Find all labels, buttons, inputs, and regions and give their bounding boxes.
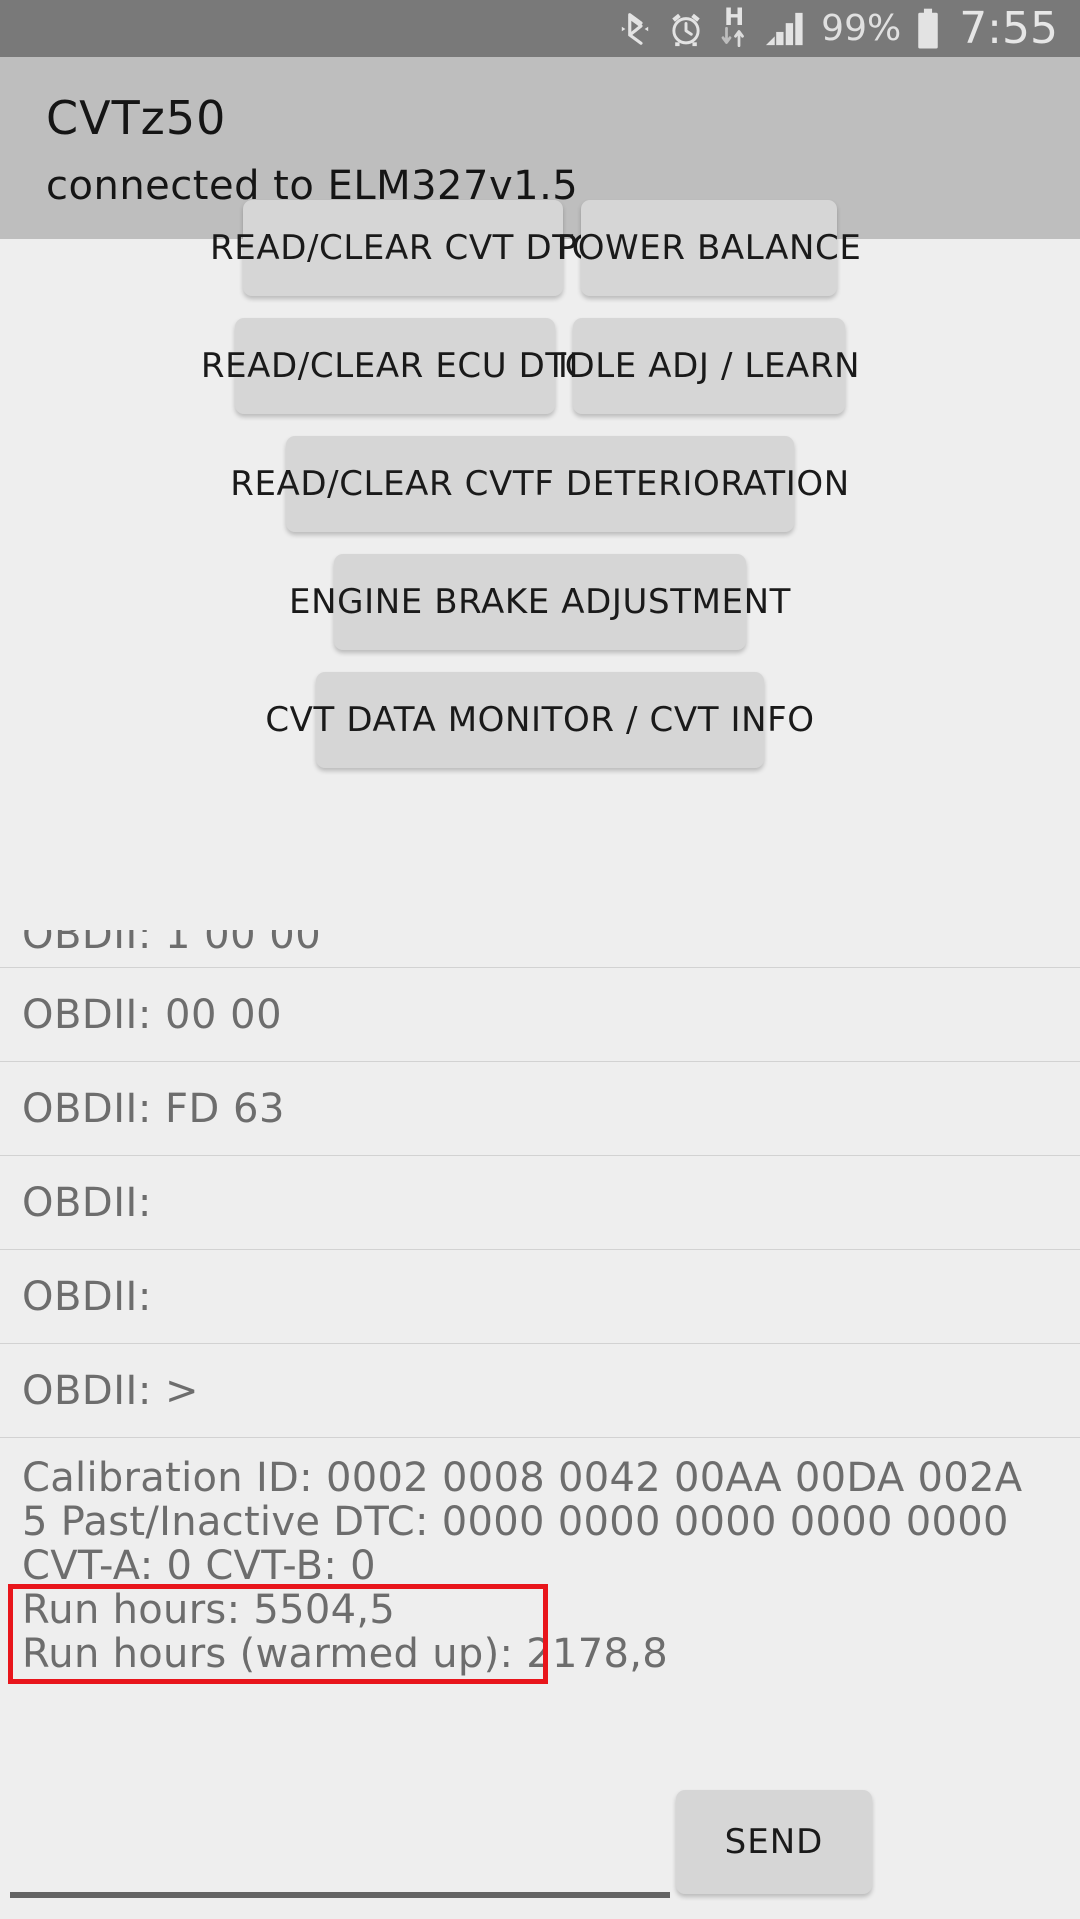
status-clock: 7:55 [959,3,1058,54]
action-button-row: ENGINE BRAKE ADJUSTMENT [0,554,1080,650]
action-button-row: CVT DATA MONITOR / CVT INFO [0,672,1080,768]
action-button-cvt-data-monitor-cvt-info[interactable]: CVT DATA MONITOR / CVT INFO [265,672,814,768]
status-bar: H 99% 7:55 [0,0,1080,57]
action-button-row: READ/CLEAR CVT DTC POWER BALANCE [0,200,1080,296]
detail-lines: Calibration ID: 0002 0008 0042 00AA 00DA… [22,1456,1058,1676]
command-input[interactable] [10,1828,670,1898]
detail-line: Run hours: 5504,5 [22,1587,396,1633]
detail-line: CVT-A: 0 CVT-B: 0 [22,1543,376,1589]
action-button-read-clear-cvt-dtc[interactable]: READ/CLEAR CVT DTC [210,200,595,296]
battery-icon [915,7,941,51]
action-button-panel: READ/CLEAR CVT DTC POWER BALANCE READ/CLEA… [0,200,1080,790]
list-item[interactable]: OBDII: 00 00 [0,968,1080,1062]
app-root: H 99% 7:55 CVTz50 connected to ELM327v1.… [0,0,1080,1919]
battery-percent-label: 99% [821,8,902,49]
detail-line: Calibration ID: 0002 0008 0042 00AA 00DA… [22,1455,1023,1501]
detail-line: Run hours (warmed up): 2178,8 [22,1631,669,1677]
alarm-clock-icon [667,9,705,49]
obd-output-list[interactable]: OBDII: 1 00 00 OBDII: 00 00 OBDII: FD 63 O… [0,930,1080,1720]
app-title: CVTz50 [46,91,227,145]
send-button[interactable]: SEND [676,1790,872,1894]
action-button-read-clear-cvtf-deterioration[interactable]: READ/CLEAR CVTF DETERIORATION [230,436,849,532]
list-item[interactable]: OBDII: [0,1250,1080,1344]
list-item[interactable]: OBDII: FD 63 [0,1062,1080,1156]
action-button-power-balance[interactable]: POWER BALANCE [557,200,861,296]
detail-line: 5 Past/Inactive DTC: 0000 0000 0000 0000… [22,1499,1009,1545]
list-item[interactable]: OBDII: > [0,1344,1080,1438]
list-item[interactable]: OBDII: [0,1156,1080,1250]
list-item-clipped[interactable]: OBDII: 1 00 00 [0,930,1080,968]
action-button-idle-adj-learn[interactable]: IDLE ADJ / LEARN [558,318,860,414]
bluetooth-connected-icon [617,9,653,49]
console-rows: OBDII: 00 00 OBDII: FD 63 OBDII: OBDII: OBDI… [0,968,1080,1438]
action-button-engine-brake-adjustment[interactable]: ENGINE BRAKE ADJUSTMENT [289,554,790,650]
action-button-row: READ/CLEAR CVTF DETERIORATION [0,436,1080,532]
hspa-data-icon: H [719,5,749,52]
signal-bars-icon [763,9,807,49]
action-button-row: READ/CLEAR ECU DTC IDLE ADJ / LEARN [0,318,1080,414]
vehicle-detail-block[interactable]: Calibration ID: 0002 0008 0042 00AA 00DA… [0,1438,1080,1684]
action-button-read-clear-ecu-dtc[interactable]: READ/CLEAR ECU DTC [201,318,589,414]
